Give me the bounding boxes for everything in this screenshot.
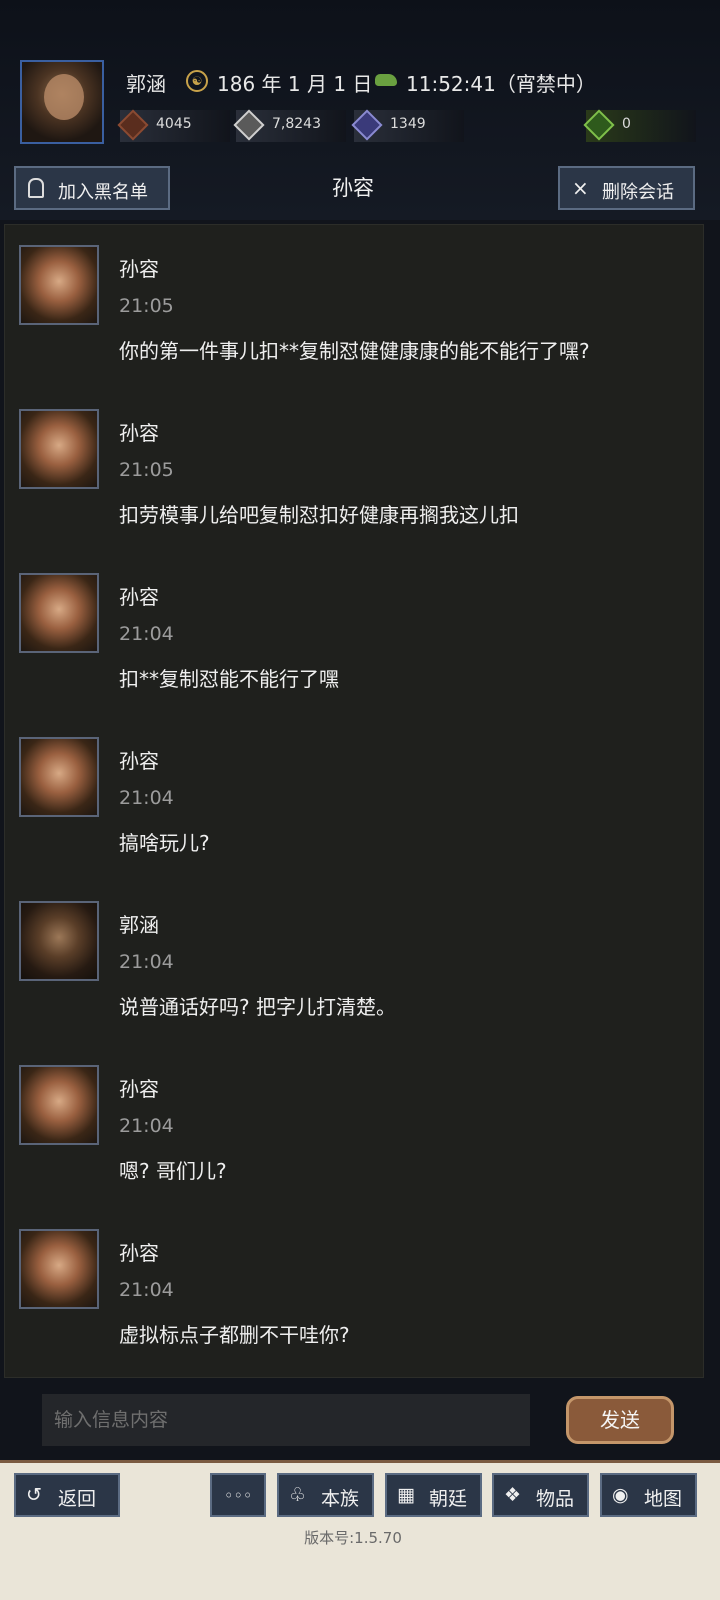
resource-soldier-value: 1349 [390,116,426,132]
sender-name: 孙容 [119,1241,159,1265]
sender-name: 孙容 [119,1077,159,1101]
map-icon: ◉ [612,1484,629,1506]
resource-coin[interactable]: 4045 [117,109,230,142]
message-item: 孙容 21:04 嗯? 哥们儿? [19,1045,689,1195]
nav-items[interactable]: ❖ 物品 [492,1473,589,1517]
message-time: 21:04 [119,1279,174,1301]
nav-clan[interactable]: ♧ 本族 [277,1473,374,1517]
message-time: 21:05 [119,459,174,481]
gourd-icon [583,109,615,141]
nav-items-label: 物品 [536,1488,575,1510]
sender-avatar[interactable] [19,1229,99,1309]
clan-icon: ♧ [289,1484,307,1506]
message-item: 孙容 21:04 搞啥玩儿? [19,717,689,867]
message-text: 说普通话好吗? 把字儿打清楚。 [119,995,396,1019]
nav-court-label: 朝廷 [429,1488,468,1510]
send-button[interactable]: 发送 [566,1396,674,1444]
nav-court[interactable]: ▦ 朝廷 [385,1473,482,1517]
sender-name: 孙容 [119,585,159,609]
message-time: 21:04 [119,951,174,973]
message-time: 21:05 [119,295,174,317]
message-item: 孙容 21:04 虚拟标点子都删不干哇你? [19,1209,689,1359]
sender-avatar[interactable] [19,573,99,653]
nav-map[interactable]: ◉ 地图 [600,1473,697,1517]
bottom-nav-bar: ↺ 返回 ◦◦◦ ♧ 本族 ▦ 朝廷 ❖ 物品 ◉ 地图 版本号:1.5.70 [0,1460,720,1600]
message-text: 扣劳模事儿给吧复制怼扣好健康再搁我这儿扣 [119,503,519,527]
resource-gourd-value: 0 [622,116,631,132]
sender-avatar[interactable] [19,1065,99,1145]
message-time: 21:04 [119,787,174,809]
back-button[interactable]: ↺ 返回 [14,1473,120,1517]
more-button[interactable]: ◦◦◦ [210,1473,266,1517]
more-icon: ◦◦◦ [224,1486,253,1505]
back-label: 返回 [58,1488,97,1510]
back-icon: ↺ [26,1484,42,1506]
version-label: 版本号:1.5.70 [304,1529,402,1547]
sender-avatar[interactable] [19,901,99,981]
message-text: 你的第一件事儿扣**复制怼健健康康的能不能行了嘿? [119,339,590,363]
sender-name: 郭涵 [119,913,159,937]
message-item: 孙容 21:05 你的第一件事儿扣**复制怼健健康康的能不能行了嘿? [19,225,689,375]
player-name: 郭涵 [126,72,166,96]
coin-icon [117,109,149,141]
game-date: 186 年 1 月 1 日 [217,72,373,96]
resource-soldier[interactable]: 1349 [351,109,464,142]
delete-chat-button[interactable]: × 删除会话 [558,166,695,210]
resource-coin-value: 4045 [156,116,192,132]
soldier-icon [351,109,383,141]
calendar-icon: ☯ [186,70,208,92]
nav-clan-label: 本族 [321,1488,360,1510]
message-list[interactable]: 孙容 21:05 你的第一件事儿扣**复制怼健健康康的能不能行了嘿? 孙容 21… [4,224,704,1378]
close-icon: × [572,176,589,200]
delete-chat-label: 删除会话 [602,182,674,203]
sender-name: 孙容 [119,749,159,773]
message-item: 郭涵 21:04 说普通话好吗? 把字儿打清楚。 [19,881,689,1031]
message-text: 扣**复制怼能不能行了嘿 [119,667,339,691]
items-icon: ❖ [504,1484,522,1506]
message-text: 虚拟标点子都删不干哇你? [119,1323,350,1347]
game-time: 11:52:41（宵禁中） [406,72,596,96]
sender-name: 孙容 [119,257,159,281]
message-item: 孙容 21:05 扣劳模事儿给吧复制怼扣好健康再搁我这儿扣 [19,389,689,539]
message-text: 搞啥玩儿? [119,831,210,855]
sender-avatar[interactable] [19,409,99,489]
message-time: 21:04 [119,1115,174,1137]
resource-gourd[interactable]: 0 [583,109,696,142]
court-icon: ▦ [397,1484,415,1506]
sender-avatar[interactable] [19,737,99,817]
message-text: 嗯? 哥们儿? [119,1159,227,1183]
sender-avatar[interactable] [19,245,99,325]
message-time: 21:04 [119,623,174,645]
grain-icon [233,109,265,141]
sender-name: 孙容 [119,421,159,445]
player-avatar[interactable] [20,60,104,144]
nav-map-label: 地图 [644,1488,683,1510]
resource-grain-value: 7,8243 [272,116,321,132]
resource-grain[interactable]: 7,8243 [233,109,346,142]
curfew-icon [375,74,397,86]
message-item: 孙容 21:04 扣**复制怼能不能行了嘿 [19,553,689,703]
message-input[interactable] [42,1394,530,1446]
